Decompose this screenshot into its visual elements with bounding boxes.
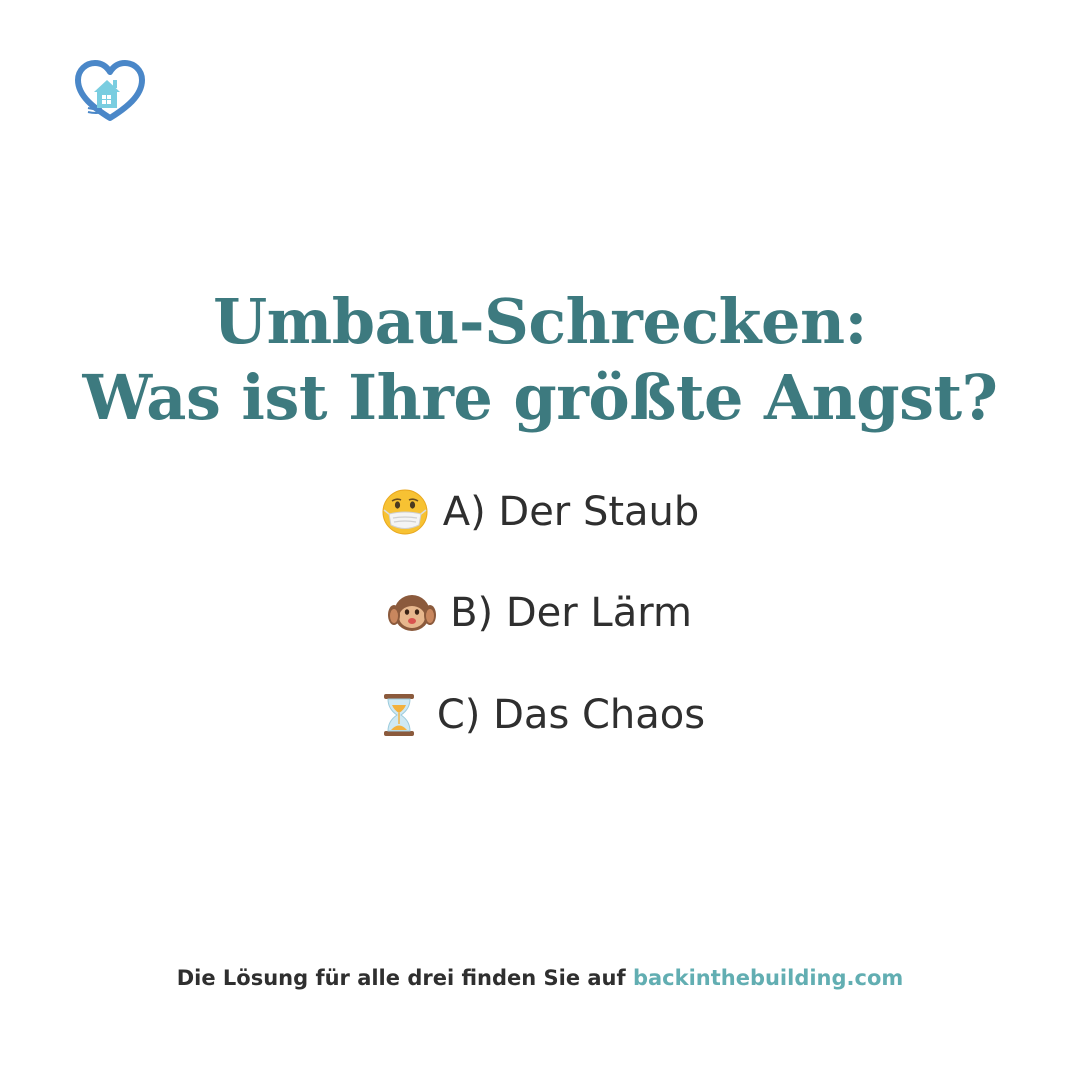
title-line-1: Umbau-Schrecken: <box>213 285 867 358</box>
footer-text: Die Lösung für alle drei finden Sie auf <box>176 966 626 990</box>
face-with-medical-mask-icon <box>381 488 429 536</box>
hourglass-icon <box>375 691 423 739</box>
option-a-label: A) Der Staub <box>442 489 700 535</box>
title-line-2: Was ist Ihre größte Angst? <box>82 361 998 434</box>
option-a: A) Der Staub <box>0 484 1080 540</box>
option-b: B) Der Lärm <box>0 585 1080 641</box>
heart-house-logo <box>74 60 146 122</box>
website-link[interactable]: backinthebuilding.com <box>633 966 903 990</box>
option-c: C) Das Chaos <box>0 687 1080 743</box>
option-b-label: B) Der Lärm <box>450 590 692 636</box>
footer-note: Die Lösung für alle drei finden Sie auf … <box>0 966 1080 990</box>
hear-no-evil-monkey-icon <box>388 589 437 637</box>
page-title: Umbau-Schrecken: Was ist Ihre größte Ang… <box>0 284 1080 436</box>
option-c-label: C) Das Chaos <box>436 692 706 738</box>
